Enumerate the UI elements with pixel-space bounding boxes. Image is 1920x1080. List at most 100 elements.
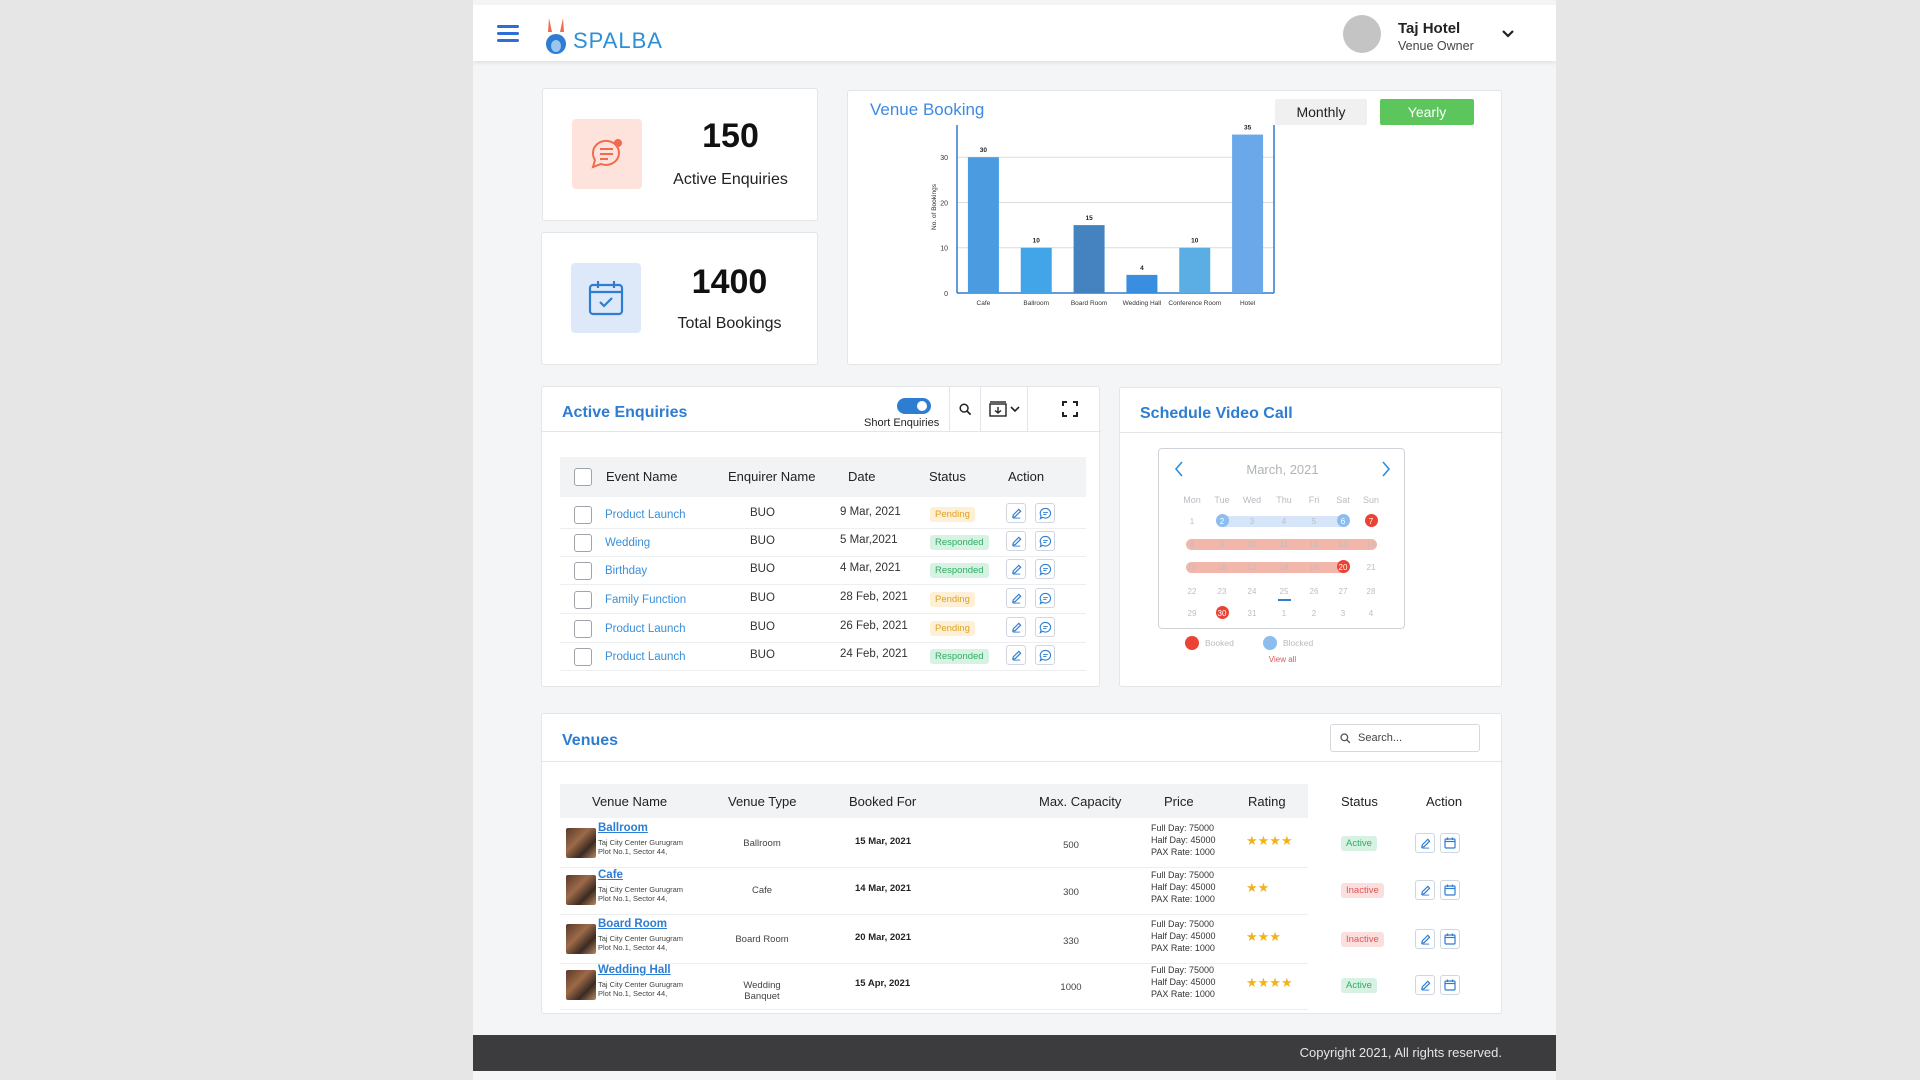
col-status: Status (929, 469, 966, 484)
calendar-date[interactable]: 22 (1182, 587, 1202, 596)
calendar-date[interactable]: 10 (1242, 540, 1262, 549)
search-icon-button[interactable] (949, 387, 981, 431)
calendar-date[interactable]: 21 (1361, 563, 1381, 572)
calendar-date[interactable]: 26 (1304, 587, 1324, 596)
edit-button[interactable] (1415, 975, 1435, 995)
message-button[interactable] (1035, 588, 1055, 608)
calendar-date[interactable]: 2 (1304, 609, 1324, 618)
weekday-label: Fri (1308, 495, 1320, 505)
bar-cafe[interactable] (967, 157, 999, 293)
event-name-link[interactable]: Birthday (605, 565, 647, 577)
calendar-date[interactable]: 4 (1274, 517, 1294, 526)
export-dropdown-button[interactable] (982, 387, 1028, 431)
calendar-date[interactable]: 11 (1274, 540, 1294, 549)
calendar-date[interactable]: 28 (1361, 587, 1381, 596)
calendar-date[interactable]: 5 (1304, 517, 1324, 526)
row-checkbox[interactable] (574, 591, 592, 609)
fullscreen-icon (1062, 401, 1078, 417)
bar-conference-room[interactable] (1179, 247, 1211, 293)
calendar-date[interactable]: 2 (1212, 517, 1232, 526)
calendar-date[interactable]: 24 (1242, 587, 1262, 596)
calendar-date[interactable]: 25 (1274, 587, 1294, 596)
calendar-button[interactable] (1440, 833, 1460, 853)
message-button[interactable] (1035, 531, 1055, 551)
select-all-checkbox[interactable] (574, 468, 592, 486)
row-checkbox[interactable] (574, 534, 592, 552)
venue-name-link[interactable]: Cafe (598, 869, 683, 881)
edit-button[interactable] (1415, 880, 1435, 900)
data-label: 15 (1085, 215, 1093, 222)
table-row: Ballroom Taj City Center Gurugram Plot No.… (560, 822, 1460, 868)
venue-name-link[interactable]: Wedding Hall (598, 964, 683, 976)
calendar-date[interactable]: 17 (1242, 563, 1262, 572)
calendar-date[interactable]: 30 (1212, 609, 1232, 618)
row-checkbox[interactable] (574, 648, 592, 666)
bar-ballroom[interactable] (1020, 247, 1052, 293)
bar-board-room[interactable] (1073, 225, 1105, 293)
fullscreen-button[interactable] (1062, 401, 1078, 422)
edit-button[interactable] (1006, 503, 1026, 523)
edit-button[interactable] (1006, 645, 1026, 665)
event-name-link[interactable]: Wedding (605, 537, 650, 549)
message-button[interactable] (1035, 559, 1055, 579)
calendar-date[interactable]: 3 (1242, 517, 1262, 526)
calendar-date[interactable]: 18 (1274, 563, 1294, 572)
edit-button[interactable] (1415, 929, 1435, 949)
edit-button[interactable] (1006, 588, 1026, 608)
bar-hotel[interactable] (1232, 134, 1264, 293)
calendar-date[interactable]: 29 (1182, 609, 1202, 618)
calendar-date[interactable]: 23 (1212, 587, 1232, 596)
edit-button[interactable] (1006, 617, 1026, 637)
calendar-date[interactable]: 4 (1361, 609, 1381, 618)
event-name-link[interactable]: Product Launch (605, 623, 686, 635)
bar-wedding-hall[interactable] (1126, 274, 1158, 293)
search-input[interactable]: Search... (1330, 724, 1480, 752)
view-all-link[interactable]: View all (1159, 655, 1406, 664)
message-button[interactable] (1035, 617, 1055, 637)
calendar-icon (1444, 837, 1456, 849)
calendar-date[interactable]: 12 (1304, 540, 1324, 549)
edit-button[interactable] (1006, 559, 1026, 579)
calendar-date[interactable]: 31 (1242, 609, 1262, 618)
col-price: Price (1164, 794, 1194, 809)
event-name-link[interactable]: Product Launch (605, 651, 686, 663)
logo[interactable]: SPALBA (543, 16, 663, 56)
hamburger-menu-icon[interactable] (497, 25, 519, 43)
calendar-button[interactable] (1440, 880, 1460, 900)
short-enquiries-toggle[interactable] (897, 398, 931, 414)
calendar-date[interactable]: 9 (1212, 540, 1232, 549)
row-checkbox[interactable] (574, 562, 592, 580)
row-checkbox[interactable] (574, 506, 592, 524)
calendar-date[interactable]: 8 (1182, 540, 1202, 549)
enquiry-date: 9 Mar, 2021 (840, 506, 901, 518)
event-name-link[interactable]: Family Function (605, 594, 686, 606)
enquirer-name: BUO (750, 563, 775, 575)
chevron-down-icon[interactable] (1501, 29, 1515, 39)
calendar-button[interactable] (1440, 929, 1460, 949)
venue-name-link[interactable]: Board Room (598, 918, 683, 930)
calendar-date[interactable]: 16 (1212, 563, 1232, 572)
venue-name-link[interactable]: Ballroom (598, 822, 683, 834)
calendar-date[interactable]: 20 (1333, 563, 1353, 572)
calendar-button[interactable] (1440, 975, 1460, 995)
calendar-date[interactable]: 19 (1304, 563, 1324, 572)
calendar-date[interactable]: 15 (1182, 563, 1202, 572)
venue-address-line-1: Taj City Center Gurugram (598, 980, 684, 989)
avatar[interactable] (1343, 15, 1381, 53)
calendar-date[interactable]: 14 (1361, 540, 1381, 549)
calendar-date[interactable]: 7 (1361, 517, 1381, 526)
message-button[interactable] (1035, 503, 1055, 523)
calendar-date[interactable]: 3 (1333, 609, 1353, 618)
calendar-date[interactable]: 1 (1182, 517, 1202, 526)
calendar-date[interactable]: 1 (1274, 609, 1294, 618)
calendar-date[interactable]: 6 (1333, 517, 1353, 526)
full-day-price: Full Day: 75000 (1151, 919, 1215, 929)
edit-button[interactable] (1415, 833, 1435, 853)
edit-button[interactable] (1006, 531, 1026, 551)
event-name-link[interactable]: Product Launch (605, 509, 686, 521)
row-checkbox[interactable] (574, 620, 592, 638)
calendar-date[interactable]: 27 (1333, 587, 1353, 596)
pencil-icon (1420, 885, 1430, 896)
calendar-date[interactable]: 13 (1333, 540, 1353, 549)
message-button[interactable] (1035, 645, 1055, 665)
